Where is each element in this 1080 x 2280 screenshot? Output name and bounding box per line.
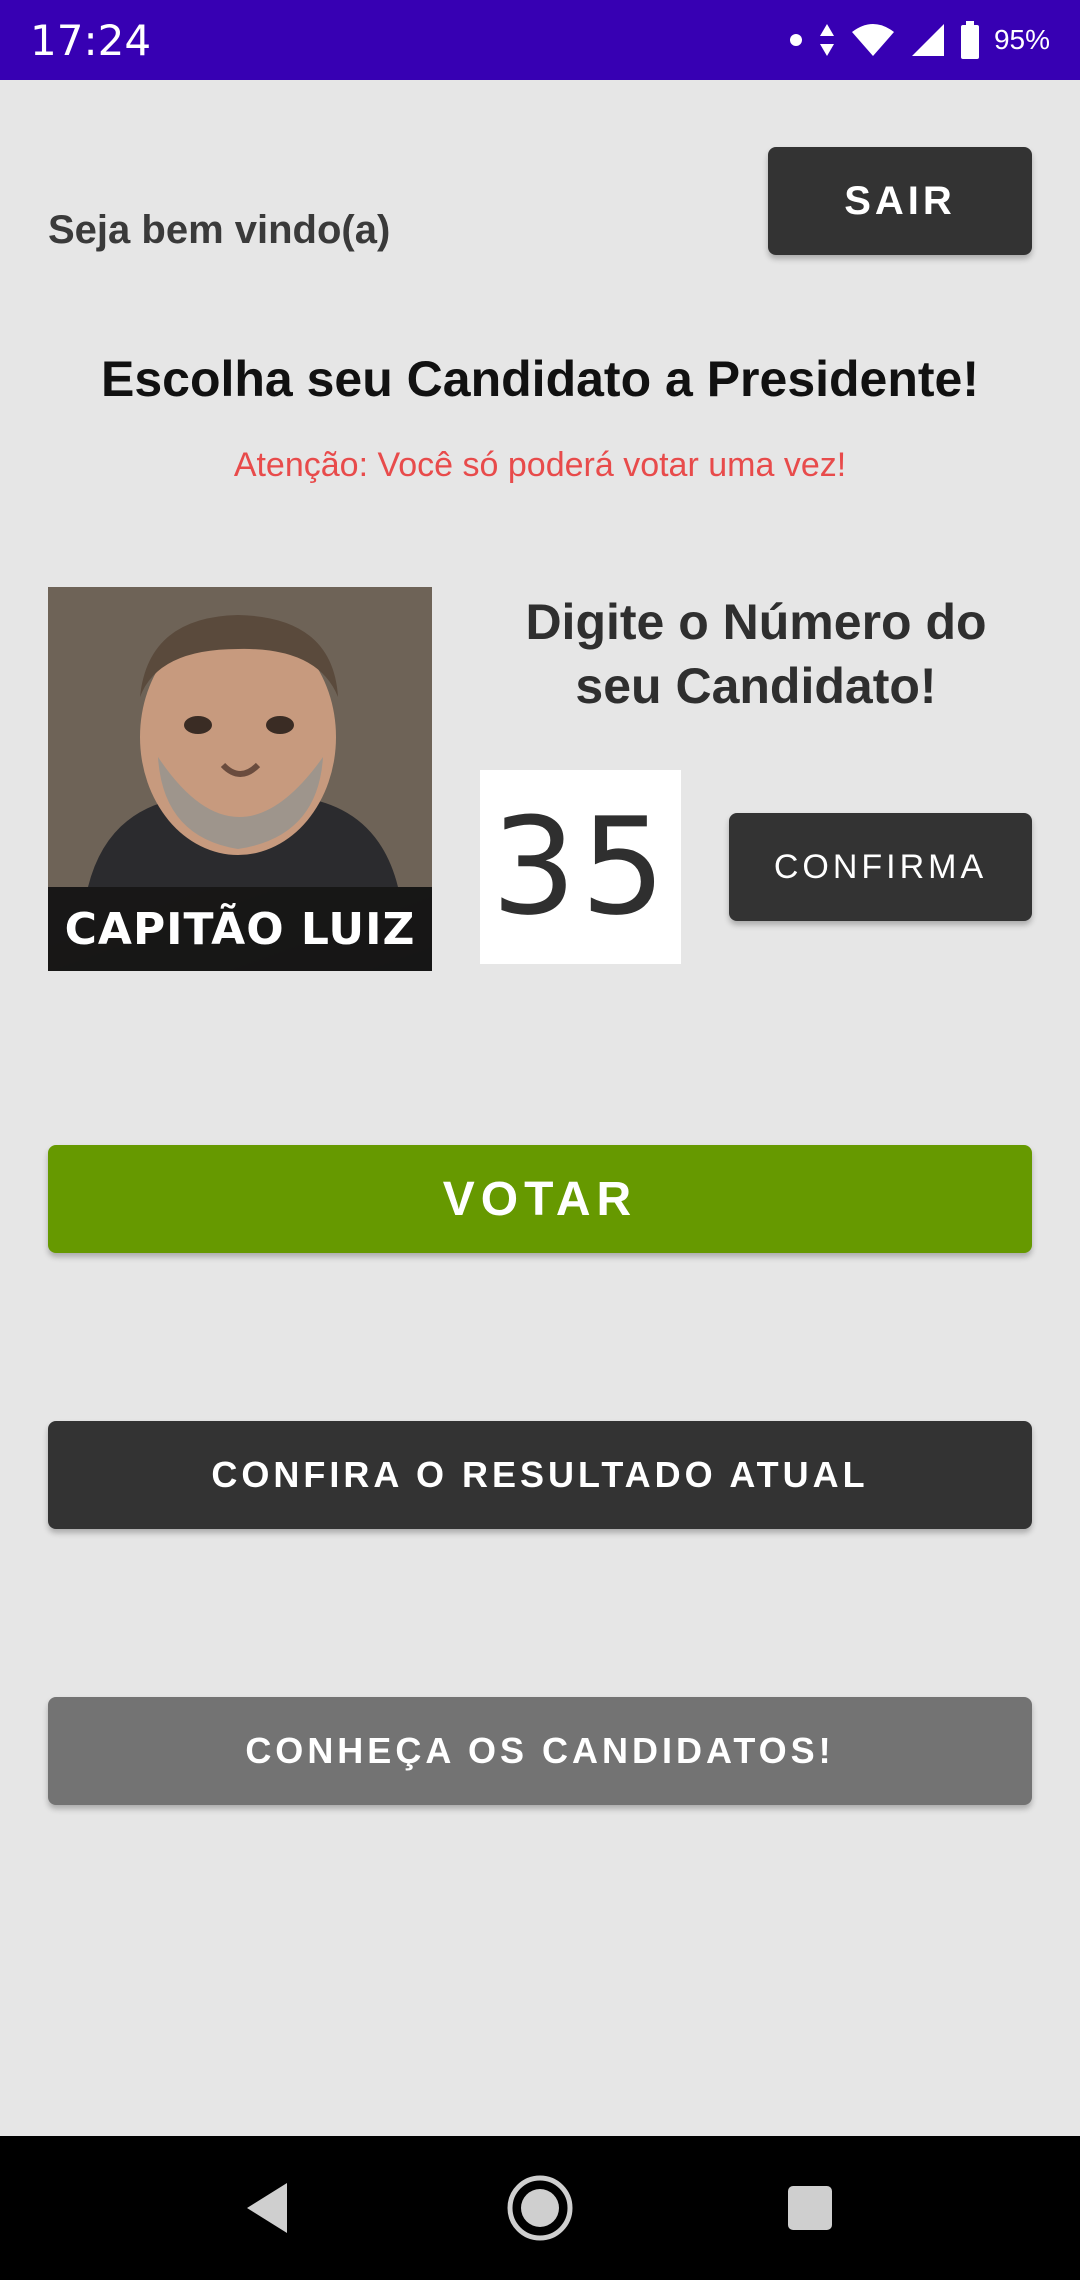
recents-icon bbox=[788, 2186, 832, 2230]
confirm-button[interactable]: CONFIRMA bbox=[729, 813, 1032, 921]
candidate-number-input[interactable]: 35 bbox=[480, 770, 681, 964]
wifi-icon bbox=[851, 24, 894, 56]
back-button[interactable] bbox=[228, 2168, 308, 2248]
number-prompt-line1: Digite o Número do bbox=[525, 594, 987, 650]
warning-text: Atenção: Você só poderá votar uma vez! bbox=[233, 446, 847, 484]
vote-button[interactable]: VOTAR bbox=[48, 1145, 1032, 1253]
navigation-bar bbox=[0, 2136, 1080, 2280]
status-bar: 17:24 95% bbox=[0, 0, 1080, 80]
logout-button[interactable]: SAIR bbox=[768, 147, 1032, 255]
status-time: 17:24 bbox=[30, 15, 152, 65]
candidates-button[interactable]: CONHEÇA OS CANDIDATOS! bbox=[48, 1697, 1032, 1805]
app-screen: Seja bem vindo(a) SAIR Escolha seu Candi… bbox=[0, 80, 1080, 2136]
signal-icon bbox=[911, 24, 944, 56]
battery-percent: 95% bbox=[993, 24, 1050, 55]
back-icon bbox=[247, 2183, 287, 2233]
recents-button[interactable] bbox=[770, 2168, 850, 2248]
number-prompt-line2: seu Candidato! bbox=[575, 658, 937, 714]
home-button[interactable] bbox=[500, 2168, 580, 2248]
candidate-name-caption: CAPITÃO LUIZ bbox=[48, 887, 432, 971]
candidate-photo: CAPITÃO LUIZ bbox=[48, 587, 432, 971]
data-arrows-icon bbox=[819, 24, 834, 56]
candidate-portrait bbox=[48, 587, 432, 887]
status-icons: 95% bbox=[788, 21, 1050, 59]
results-button[interactable]: CONFIRA O RESULTADO ATUAL bbox=[48, 1421, 1032, 1529]
welcome-text: Seja bem vindo(a) bbox=[48, 207, 391, 252]
number-prompt: Digite o Número do seu Candidato! bbox=[480, 590, 1032, 718]
battery-icon bbox=[960, 21, 979, 59]
home-icon bbox=[507, 2175, 573, 2241]
page-title: Escolha seu Candidato a Presidente! bbox=[100, 351, 980, 407]
notification-dot-icon bbox=[789, 34, 802, 46]
